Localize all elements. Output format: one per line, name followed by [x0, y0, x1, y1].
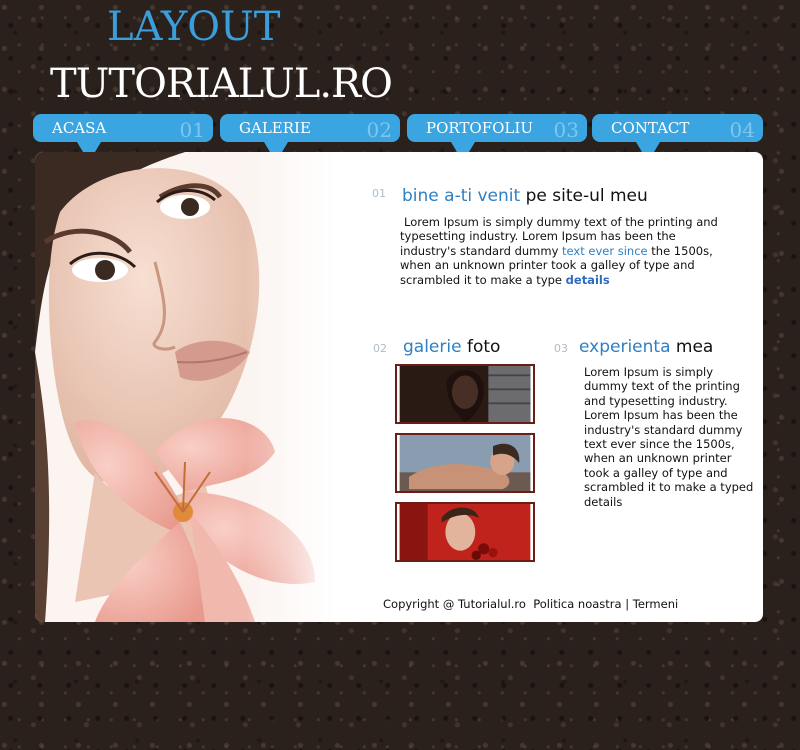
- nav-tab-contact[interactable]: CONTACT 04: [592, 114, 763, 162]
- footer-copyright: Copyright @ Tutorialul.ro: [383, 597, 526, 611]
- gallery-thumb-1[interactable]: [395, 364, 535, 424]
- footer-policy-link[interactable]: Politica noastra: [533, 597, 621, 611]
- gallery-thumb-2[interactable]: [395, 433, 535, 493]
- welcome-title: bine a-ti venit pe site-ul meu: [402, 186, 648, 206]
- nav-tab-number: 04: [729, 118, 755, 142]
- experience-title-accent: experienta: [579, 337, 671, 357]
- welcome-title-accent: bine a-ti venit: [402, 186, 521, 206]
- details-link[interactable]: details: [566, 273, 610, 287]
- experience-title: experienta mea: [579, 337, 713, 357]
- nav-tab-galerie[interactable]: GALERIE 02: [220, 114, 400, 162]
- nav-tab-label: PORTOFOLIU: [426, 119, 533, 137]
- site-logo[interactable]: TUTORIALUL.RO: [50, 61, 393, 107]
- nav-tab-number: 02: [366, 118, 392, 142]
- nav-tab-number: 03: [553, 118, 579, 142]
- footer-terms-link[interactable]: Termeni: [633, 597, 678, 611]
- experience-title-rest: mea: [675, 337, 714, 357]
- nav-tab-label: GALERIE: [239, 119, 311, 137]
- nav-tab-label: ACASA: [52, 119, 107, 137]
- nav-tab-portofoliu[interactable]: PORTOFOLIU 03: [407, 114, 587, 162]
- welcome-title-rest: pe site-ul meu: [525, 186, 648, 206]
- content-panel: 01 bine a-ti venit pe site-ul meu Lorem …: [35, 152, 763, 622]
- footer: Copyright @ Tutorialul.ro Politica noast…: [383, 597, 678, 611]
- welcome-text: Lorem Ipsum is simply dummy text of the …: [400, 215, 725, 287]
- welcome-inline-link[interactable]: text ever since: [562, 244, 648, 258]
- gallery-thumb-3[interactable]: [395, 502, 535, 562]
- section-number: 03: [554, 342, 568, 355]
- nav-tab-acasa[interactable]: ACASA 01: [33, 114, 213, 162]
- nav-tab-number: 01: [179, 118, 205, 142]
- nav-tab-label: CONTACT: [611, 119, 690, 137]
- experience-text: Lorem Ipsum is simply dummy text of the …: [584, 365, 754, 509]
- section-number: 02: [373, 342, 387, 355]
- logo-small-text: LAYOUT: [107, 4, 281, 50]
- gallery-title-accent: galerie: [403, 337, 462, 357]
- gallery-title: galerie foto: [403, 337, 500, 357]
- gallery-title-rest: foto: [466, 337, 501, 357]
- hero-portrait-image: [35, 152, 335, 622]
- footer-separator: |: [625, 597, 630, 611]
- section-number: 01: [372, 187, 386, 200]
